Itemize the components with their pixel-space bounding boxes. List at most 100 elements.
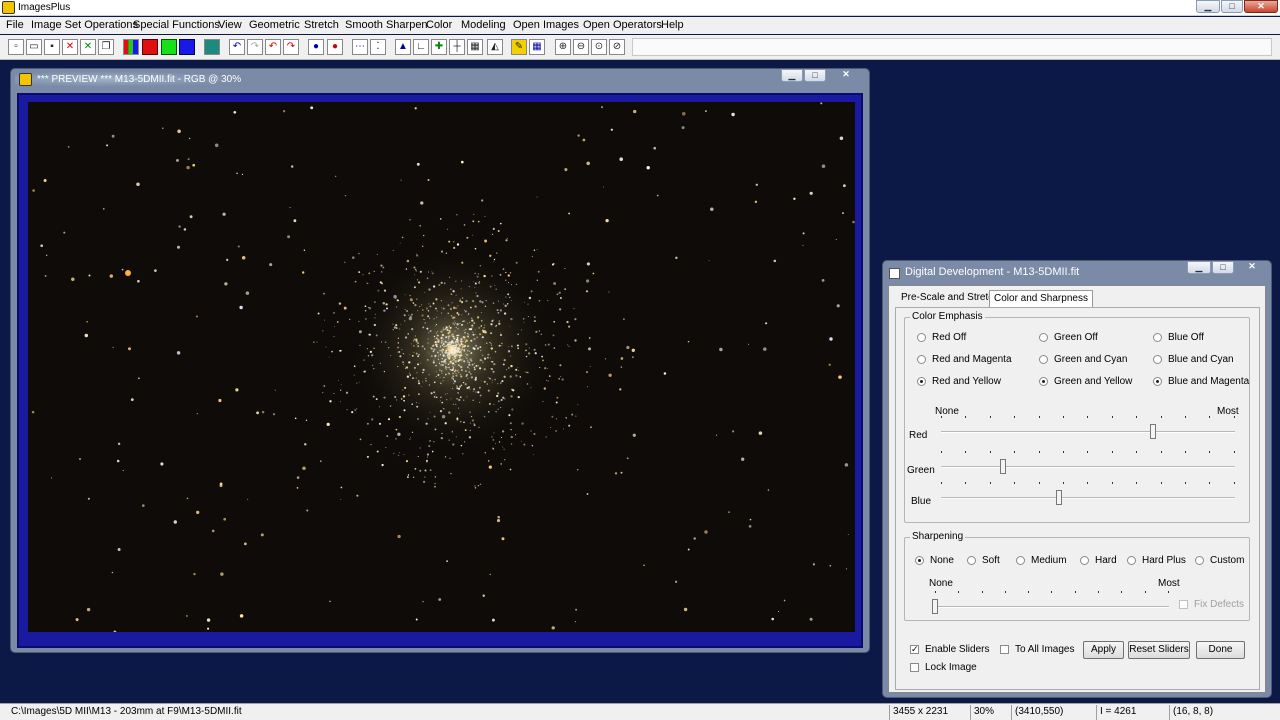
image-edit-icon[interactable]: ◭ — [487, 39, 503, 55]
blue-channel-icon[interactable] — [179, 39, 195, 55]
cluster-star — [433, 318, 435, 320]
field-star — [245, 291, 250, 295]
cluster-star — [498, 322, 501, 325]
grid-icon[interactable]: ▦ — [467, 39, 483, 55]
radio-blue-and-magenta[interactable]: Blue and Magenta — [1153, 376, 1249, 387]
sharpening-slider-thumb[interactable] — [932, 599, 938, 614]
preview-window[interactable]: *** PREVIEW *** M13-5DMII.fit - RGB @ 30… — [10, 68, 870, 653]
enable-sliders-checkbox[interactable]: ✓ Enable Sliders — [910, 644, 989, 655]
crosshair-icon[interactable]: ┼ — [449, 39, 465, 55]
menu-open-operators[interactable]: Open Operators — [583, 19, 662, 31]
radio-red-off[interactable]: Red Off — [917, 332, 966, 343]
rgb-combine-icon[interactable] — [123, 39, 139, 55]
minimize-icon[interactable]: ▁ — [1196, 0, 1220, 13]
zoom-actual-icon[interactable]: ⊘ — [609, 39, 625, 55]
open-folder-icon[interactable]: ▭ — [26, 39, 42, 55]
cluster-star — [555, 430, 558, 432]
red-slider[interactable] — [941, 416, 1235, 439]
green-slider[interactable] — [941, 451, 1235, 474]
menu-open-images[interactable]: Open Images — [513, 19, 579, 31]
radio-sharpen-custom[interactable]: Custom — [1195, 555, 1244, 566]
points-icon[interactable]: ⁚ — [370, 39, 386, 55]
cluster-star — [477, 365, 479, 367]
red-channel-icon[interactable] — [142, 39, 158, 55]
radio-green-off[interactable]: Green Off — [1039, 332, 1098, 343]
zoom-out-icon[interactable]: ⊖ — [573, 39, 589, 55]
redo-red-icon[interactable]: ↷ — [283, 39, 299, 55]
sharpening-slider[interactable] — [932, 591, 1169, 614]
cluster-star — [491, 368, 493, 370]
radio-green-and-cyan[interactable]: Green and Cyan — [1039, 354, 1127, 365]
menu-image-set-operations[interactable]: Image Set Operations — [31, 19, 138, 31]
close-red-x-icon[interactable]: ✕ — [62, 39, 78, 55]
menu-file[interactable]: File — [6, 19, 24, 31]
preview-minimize-icon[interactable]: ▁ — [781, 69, 803, 82]
brush-icon[interactable]: ✎ — [511, 39, 527, 55]
save-icon[interactable]: ▪ — [44, 39, 60, 55]
radio-sharpen-medium[interactable]: Medium — [1016, 555, 1067, 566]
menu-color[interactable]: Color — [426, 19, 452, 31]
histogram-icon[interactable]: ▲ — [395, 39, 411, 55]
field-star — [489, 573, 491, 576]
cluster-star — [414, 303, 417, 307]
menu-geometric[interactable]: Geometric — [249, 19, 300, 31]
image-set-icon[interactable] — [204, 39, 220, 55]
close-icon[interactable]: ✕ — [1244, 0, 1278, 13]
cluster-star — [542, 401, 544, 402]
close-green-x-icon[interactable]: ✕ — [80, 39, 96, 55]
dialog-maximize-icon[interactable]: □ — [1212, 261, 1234, 274]
radio-sharpen-soft[interactable]: Soft — [967, 555, 1000, 566]
table-icon[interactable]: ▦ — [529, 39, 545, 55]
radio-sharpen-hard-plus[interactable]: Hard Plus — [1127, 555, 1186, 566]
green-slider-thumb[interactable] — [999, 459, 1006, 474]
record-icon[interactable]: ● — [308, 39, 324, 55]
zoom-fit-icon[interactable]: ⊙ — [591, 39, 607, 55]
undo-red-icon[interactable]: ↶ — [265, 39, 281, 55]
cluster-star — [441, 432, 443, 435]
blue-slider-thumb[interactable] — [1055, 490, 1062, 505]
plus-icon[interactable]: ✚ — [431, 39, 447, 55]
apply-button[interactable]: Apply — [1083, 641, 1124, 659]
red-slider-thumb[interactable] — [1149, 424, 1156, 439]
lock-image-checkbox[interactable]: Lock Image — [910, 662, 977, 673]
dialog-minimize-icon[interactable]: ▁ — [1187, 261, 1211, 274]
menu-modeling[interactable]: Modeling — [461, 19, 506, 31]
menu-stretch[interactable]: Stretch — [304, 19, 339, 31]
zoom-in-icon[interactable]: ⊕ — [555, 39, 571, 55]
menu-smooth-sharpen[interactable]: Smooth Sharpen — [345, 19, 428, 31]
done-button[interactable]: Done — [1196, 641, 1245, 659]
maximize-icon[interactable]: □ — [1221, 0, 1243, 13]
dialog-close-icon[interactable]: ✕ — [1235, 261, 1269, 274]
cluster-star — [497, 383, 499, 385]
tab-pre-scale-and-stretch[interactable]: Pre-Scale and Stretch — [897, 290, 1003, 307]
radio-sharpen-hard[interactable]: Hard — [1080, 555, 1117, 566]
new-file-icon[interactable]: ▫ — [8, 39, 24, 55]
preview-maximize-icon[interactable]: □ — [804, 69, 826, 82]
cluster-star — [455, 354, 457, 356]
radio-red-and-yellow[interactable]: Red and Yellow — [917, 376, 1001, 387]
copy-icon[interactable]: ❐ — [98, 39, 114, 55]
dots-icon[interactable]: ⋯ — [352, 39, 368, 55]
fix-defects-checkbox[interactable]: Fix Defects — [1179, 599, 1244, 610]
radio-green-and-yellow[interactable]: Green and Yellow — [1039, 376, 1132, 387]
menu-help[interactable]: Help — [661, 19, 684, 31]
menu-view[interactable]: View — [218, 19, 242, 31]
radio-blue-and-cyan[interactable]: Blue and Cyan — [1153, 354, 1234, 365]
stop-icon[interactable]: ● — [327, 39, 343, 55]
radio-dot — [1153, 333, 1162, 342]
undo-icon[interactable]: ↶ — [229, 39, 245, 55]
radio-sharpen-none[interactable]: None — [915, 555, 954, 566]
reset-sliders-button[interactable]: Reset Sliders — [1128, 641, 1190, 659]
redo-icon[interactable]: ↷ — [247, 39, 263, 55]
levels-icon[interactable]: ∟ — [413, 39, 429, 55]
tab-color-and-sharpness[interactable]: Color and Sharpness — [989, 290, 1093, 307]
green-channel-icon[interactable] — [161, 39, 177, 55]
blue-slider[interactable] — [941, 482, 1235, 505]
cluster-star — [497, 408, 499, 410]
menu-special-functions[interactable]: Special Functions — [133, 19, 220, 31]
star-cluster-image[interactable] — [28, 102, 855, 632]
to-all-images-checkbox[interactable]: To All Images — [1000, 644, 1074, 655]
radio-red-and-magenta[interactable]: Red and Magenta — [917, 354, 1012, 365]
preview-close-icon[interactable]: ✕ — [827, 69, 865, 82]
radio-blue-off[interactable]: Blue Off — [1153, 332, 1204, 343]
